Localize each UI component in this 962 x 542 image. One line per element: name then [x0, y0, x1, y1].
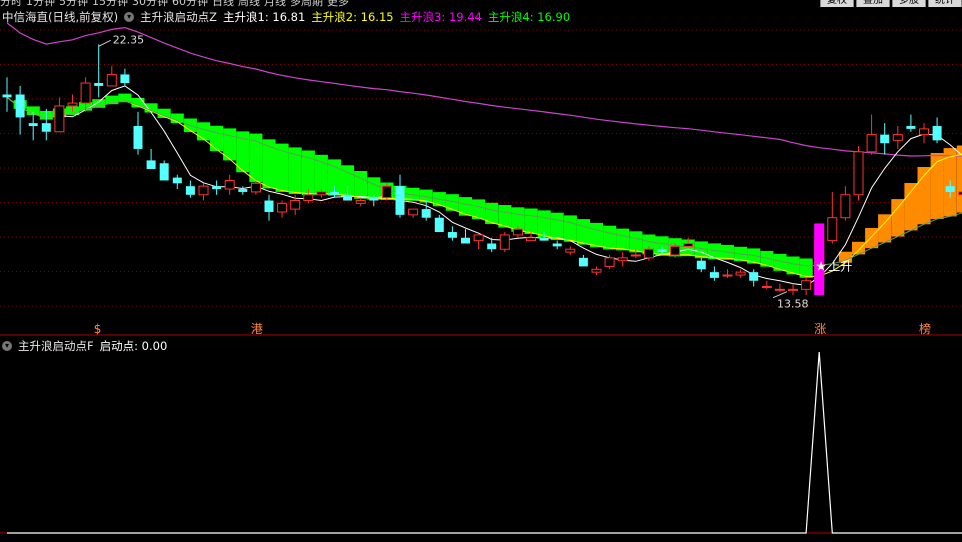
- candle-body-up: [604, 257, 615, 267]
- candle-body-up: [617, 257, 628, 262]
- candle-body-up: [473, 234, 484, 242]
- candle-body-down: [434, 217, 444, 233]
- candle-body-up: [526, 237, 536, 242]
- candle-body-up: [499, 234, 510, 250]
- candle-body-down: [461, 237, 470, 244]
- candle-body-up: [277, 202, 288, 213]
- candle-body-down: [15, 94, 25, 118]
- green-band-segment: [301, 150, 315, 196]
- candle-body-up: [801, 280, 812, 290]
- candle-body-down: [696, 260, 706, 270]
- candle-body-up: [408, 208, 419, 216]
- low-price-label: 13.58: [777, 298, 809, 311]
- candle-body-down: [330, 191, 339, 195]
- green-band-segment: [498, 205, 512, 228]
- ma-purple-line: [6, 22, 962, 157]
- candle-body-up: [67, 102, 78, 107]
- candle-body-down: [421, 209, 431, 218]
- candle-body-down: [41, 123, 51, 132]
- candle-body-down: [932, 126, 942, 141]
- candle-body-down: [159, 163, 169, 181]
- candle-body-up: [643, 248, 654, 259]
- orange-band-segment: [904, 183, 918, 231]
- candle-body-up: [919, 128, 929, 136]
- candle-body-up: [866, 134, 877, 153]
- candle-body-down: [880, 134, 890, 144]
- event-label: $: [94, 322, 102, 336]
- candle-body-up: [761, 285, 772, 288]
- candle-body-up: [892, 134, 903, 141]
- candle-body-down: [487, 243, 497, 250]
- high-price-label: 22.35: [113, 33, 145, 46]
- star-icon: ★: [815, 259, 827, 274]
- candle-body-down: [539, 237, 549, 241]
- green-band-segment: [354, 171, 368, 199]
- candle-body-down: [945, 186, 955, 192]
- candle-body-up: [670, 245, 681, 256]
- orange-band-segment: [930, 153, 944, 219]
- candle-body-down: [2, 94, 12, 98]
- event-label: 榜: [919, 321, 931, 336]
- green-band-segment: [576, 219, 590, 245]
- candle-body-down: [369, 197, 379, 201]
- green-band-segment: [563, 215, 577, 242]
- candle-body-up: [735, 271, 746, 276]
- candle-body-up: [827, 217, 838, 242]
- candle-body-up: [591, 268, 602, 273]
- candle-body-up: [788, 288, 798, 291]
- candle-body-up: [198, 185, 209, 196]
- candle-body-up: [355, 200, 366, 204]
- candle-body-up: [565, 248, 576, 253]
- price-chart[interactable]: 22.35 13.58 ★ 上升 $ 港 涨 榜: [0, 0, 962, 542]
- candle-body-down: [709, 272, 719, 278]
- candle-body-up: [54, 105, 65, 133]
- candle-body-up: [224, 179, 235, 190]
- candle-body-down: [906, 126, 916, 129]
- high-marker-line: [98, 39, 111, 47]
- event-label: 涨: [814, 321, 826, 336]
- rise-label: 上升: [828, 259, 852, 273]
- candle-body-up: [381, 185, 392, 199]
- candle-body-down: [395, 186, 405, 215]
- candle-body-up: [316, 191, 327, 196]
- candle-body-up: [290, 200, 301, 210]
- green-band-segment: [603, 225, 617, 250]
- candle-body-up: [630, 254, 641, 257]
- candle-body-up: [303, 194, 314, 202]
- candle-body-up: [774, 288, 785, 291]
- green-band-segment: [590, 222, 604, 248]
- event-label: 港: [251, 322, 263, 336]
- candle-body-down: [185, 186, 195, 195]
- candle-body-down: [133, 126, 143, 149]
- candle-body-up: [840, 194, 851, 219]
- start-point-line: [7, 351, 962, 534]
- green-band-segment: [196, 122, 210, 141]
- candle-body-down: [94, 83, 104, 86]
- green-band-segment: [524, 208, 538, 234]
- green-band-segment: [550, 212, 564, 241]
- candle-body-up: [106, 73, 117, 87]
- candle-body-down: [212, 186, 222, 190]
- candle-body-down: [578, 257, 588, 267]
- candle-body-down: [238, 189, 248, 192]
- candle-body-down: [749, 272, 759, 281]
- candle-body-up: [683, 243, 694, 247]
- candle-body-down: [120, 74, 130, 84]
- green-band-segment: [616, 228, 630, 251]
- candle-body-up: [80, 82, 91, 104]
- candle-body-down: [146, 160, 156, 169]
- candle-body-up: [722, 274, 733, 277]
- candle-body-down: [28, 123, 38, 127]
- candle-body-down: [343, 194, 353, 201]
- orange-band-segment: [891, 199, 905, 237]
- candle-body-up: [512, 228, 523, 236]
- candle-body-down: [172, 177, 182, 184]
- candle-body-down: [447, 232, 457, 238]
- candle-body-up: [853, 151, 864, 196]
- candle-body-down: [264, 200, 274, 212]
- candle-body-down: [657, 249, 667, 253]
- green-band-segment: [210, 125, 224, 151]
- candle-body-up: [250, 182, 261, 193]
- candle-body-down: [552, 243, 562, 247]
